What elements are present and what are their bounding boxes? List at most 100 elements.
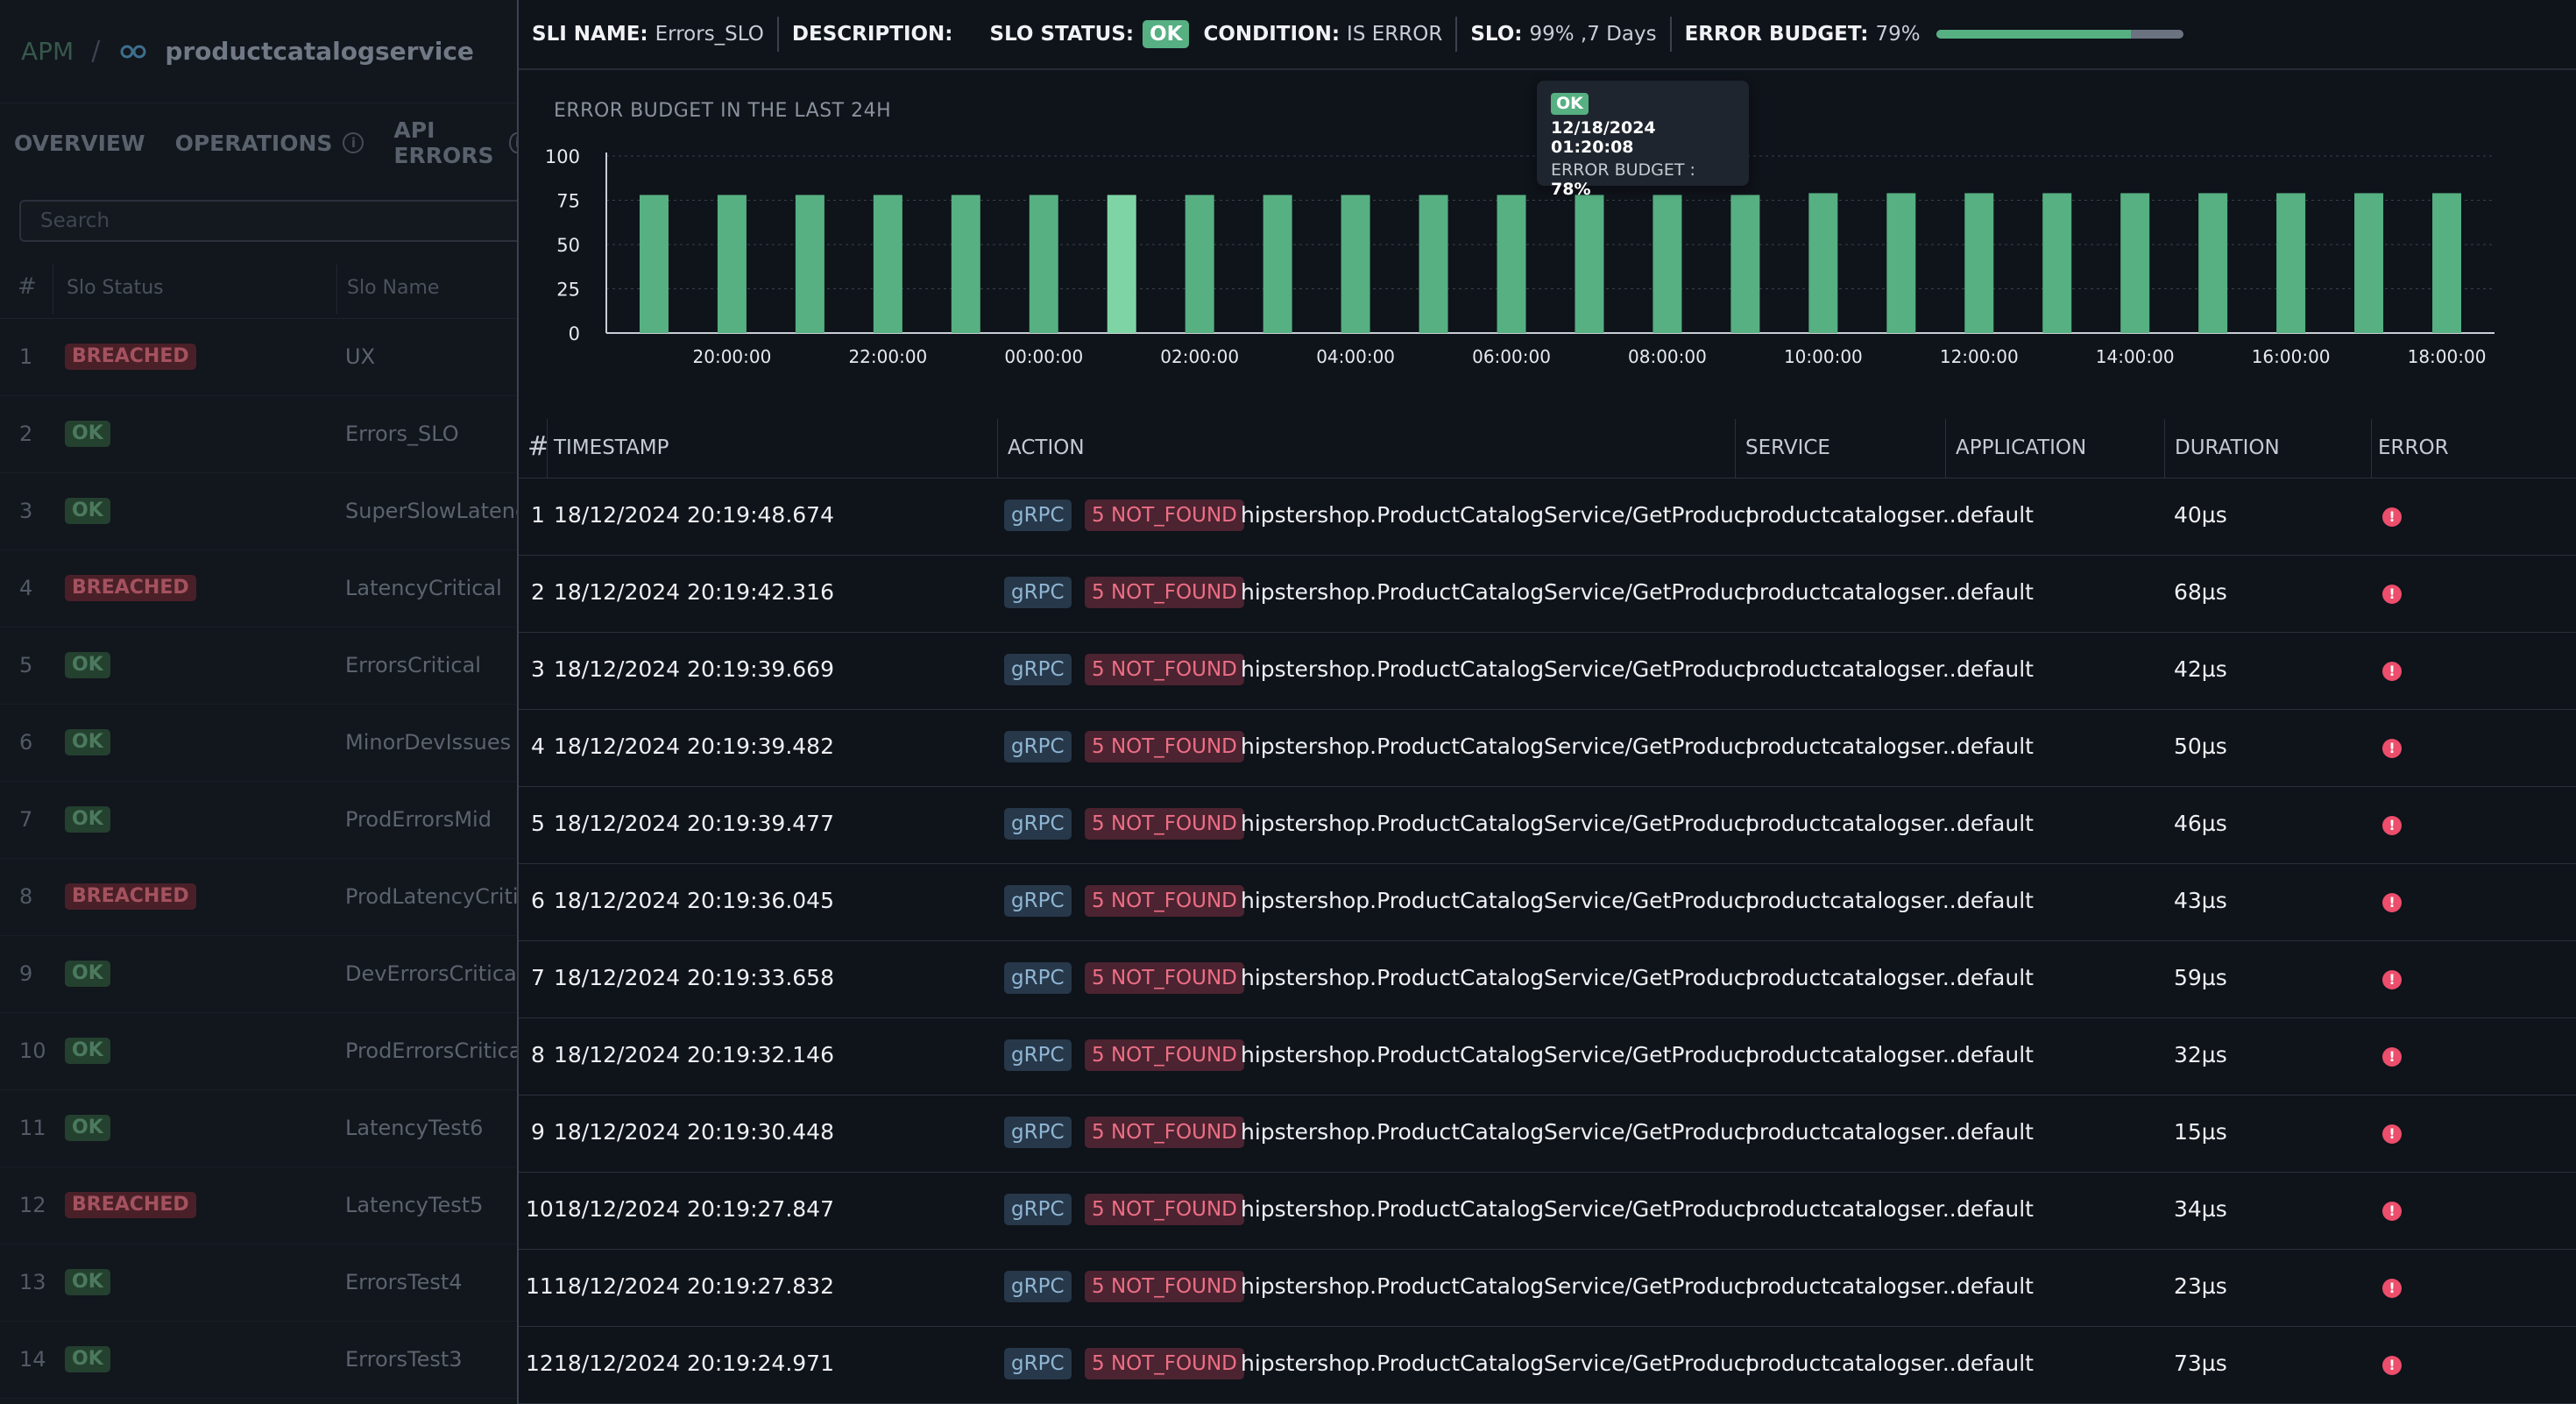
row-duration: 15µs: [2174, 1119, 2227, 1145]
row-timestamp: 18/12/2024 20:19:33.658: [554, 965, 834, 990]
tooltip-label: ERROR BUDGET :: [1551, 160, 1695, 180]
status-code-badge: 5 NOT_FOUND: [1085, 1117, 1244, 1148]
column-divider: [1735, 419, 1736, 479]
slo-list-row[interactable]: 7 OK ProdErrorsMid: [0, 782, 517, 859]
table-row[interactable]: 5 18/12/2024 20:19:39.477 gRPC 5 NOT_FOUND h…: [519, 787, 2576, 864]
slo-status-badge: OK: [65, 1346, 110, 1372]
slo-list-row[interactable]: 5 OK ErrorsCritical: [0, 628, 517, 705]
row-timestamp: 18/12/2024 20:19:48.674: [554, 502, 834, 528]
column-service[interactable]: SERVICE: [1745, 436, 1830, 459]
chart-bar: [1497, 195, 1526, 333]
slo-name: SuperSlowLatency: [345, 499, 517, 523]
protocol-badge: gRPC: [1004, 500, 1072, 531]
column-application[interactable]: APPLICATION: [1956, 436, 2086, 459]
error-circle-icon: !: [2382, 1047, 2402, 1067]
status-code-badge: 5 NOT_FOUND: [1085, 1039, 1244, 1071]
table-row[interactable]: 3 18/12/2024 20:19:39.669 gRPC 5 NOT_FOUND h…: [519, 633, 2576, 710]
tooltip-status-badge: OK: [1551, 93, 1589, 115]
row-timestamp: 18/12/2024 20:19:36.045: [554, 888, 834, 913]
slo-list-row[interactable]: 1 BREACHED UX: [0, 319, 517, 396]
row-number: 11: [19, 1116, 46, 1140]
slo-list-panel: APM / productcatalogservice OVERVIEW OPE…: [0, 0, 517, 1404]
table-row[interactable]: 9 18/12/2024 20:19:30.448 gRPC 5 NOT_FOUND h…: [519, 1096, 2576, 1173]
row-number: 1: [19, 344, 33, 369]
table-row[interactable]: 4 18/12/2024 20:19:39.482 gRPC 5 NOT_FOUND h…: [519, 710, 2576, 787]
tab-api-errors[interactable]: API ERRORS i: [393, 117, 517, 168]
column-action[interactable]: ACTION: [1008, 436, 1085, 459]
protocol-badge: gRPC: [1004, 1194, 1072, 1225]
info-icon[interactable]: i: [343, 132, 364, 153]
table-row[interactable]: 11 18/12/2024 20:19:27.832 gRPC 5 NOT_FOUND…: [519, 1250, 2576, 1327]
row-number: 8: [531, 1042, 545, 1067]
row-application: default: [1957, 1042, 2034, 1067]
chart-bar: [1808, 193, 1838, 333]
chart-bar: [951, 195, 980, 333]
slo-list-row[interactable]: 8 BREACHED ProdLatencyCritical: [0, 859, 517, 936]
slo-list-row[interactable]: 9 OK DevErrorsCritical: [0, 936, 517, 1013]
row-duration: 42µs: [2174, 656, 2227, 682]
chart-bar: [2042, 193, 2072, 333]
slo-list-row[interactable]: 3 OK SuperSlowLatency: [0, 473, 517, 550]
tab-operations-label: OPERATIONS: [174, 130, 333, 156]
row-number: 6: [531, 888, 545, 913]
slo-list-row[interactable]: 11 OK LatencyTest6: [0, 1090, 517, 1167]
chart-bar: [2276, 193, 2306, 333]
column-number: #: [18, 273, 37, 300]
table-row[interactable]: 2 18/12/2024 20:19:42.316 gRPC 5 NOT_FOUND h…: [519, 556, 2576, 633]
y-tick-label: 75: [556, 191, 580, 212]
slo-label: SLO:: [1470, 23, 1523, 46]
error-budget-label: ERROR BUDGET:: [1684, 23, 1869, 46]
x-tick-label: 12:00:00: [1940, 346, 2019, 367]
column-slo-status[interactable]: Slo Status: [67, 277, 164, 299]
table-row[interactable]: 1 18/12/2024 20:19:48.674 gRPC 5 NOT_FOUND h…: [519, 479, 2576, 556]
column-slo-name[interactable]: Slo Name: [347, 277, 439, 299]
row-duration: 73µs: [2174, 1351, 2227, 1376]
table-row[interactable]: 8 18/12/2024 20:19:32.146 gRPC 5 NOT_FOUND h…: [519, 1018, 2576, 1096]
info-icon[interactable]: i: [509, 132, 517, 153]
slo-search-input[interactable]: Search: [19, 200, 517, 242]
slo-name: UX: [345, 344, 376, 369]
slo-list-row[interactable]: 4 BREACHED LatencyCritical: [0, 550, 517, 628]
row-duration: 68µs: [2174, 579, 2227, 605]
column-divider: [2371, 419, 2372, 479]
row-application: default: [1957, 1273, 2034, 1299]
column-timestamp[interactable]: TIMESTAMP: [554, 436, 669, 459]
table-row[interactable]: 12 18/12/2024 20:19:24.971 gRPC 5 NOT_FOUND…: [519, 1327, 2576, 1404]
slo-status-badge: OK: [65, 729, 110, 755]
table-header: # TIMESTAMP ACTION SERVICE APPLICATION D…: [519, 419, 2576, 479]
x-tick-label: 02:00:00: [1160, 346, 1239, 367]
row-number: 2: [531, 579, 545, 605]
row-action: hipstershop.ProductCatalogService/GetPro…: [1241, 1119, 1755, 1145]
tab-operations[interactable]: OPERATIONS i: [175, 131, 364, 156]
table-row[interactable]: 7 18/12/2024 20:19:33.658 gRPC 5 NOT_FOUND h…: [519, 941, 2576, 1018]
slo-list-row[interactable]: 6 OK MinorDevIssues: [0, 705, 517, 782]
slo-name: ProdErrorsCritical: [345, 1039, 517, 1063]
column-error[interactable]: ERROR: [2378, 436, 2449, 459]
table-row[interactable]: 6 18/12/2024 20:19:36.045 gRPC 5 NOT_FOUND h…: [519, 864, 2576, 941]
row-number: 14: [19, 1347, 46, 1372]
column-duration[interactable]: DURATION: [2175, 436, 2280, 459]
row-timestamp: 18/12/2024 20:19:39.669: [554, 656, 834, 682]
status-code-badge: 5 NOT_FOUND: [1085, 1348, 1244, 1379]
row-number: 13: [19, 1270, 46, 1294]
table-row[interactable]: 10 18/12/2024 20:19:27.847 gRPC 5 NOT_FOUND…: [519, 1173, 2576, 1250]
chart-bar: [873, 195, 902, 333]
row-number: 12: [19, 1193, 46, 1217]
tab-overview[interactable]: OVERVIEW: [14, 131, 145, 156]
breadcrumb-apm-link[interactable]: APM: [21, 37, 74, 66]
slo-list-row[interactable]: 2 OK Errors_SLO: [0, 396, 517, 473]
row-service: productcatalogser...: [1745, 1273, 1964, 1299]
breadcrumb-service[interactable]: productcatalogservice: [165, 37, 474, 66]
slo-status-label: SLO STATUS:: [989, 23, 1135, 46]
error-budget-value: 79%: [1875, 23, 1921, 46]
chart-bar: [1964, 193, 1994, 333]
chart-bar: [1652, 195, 1682, 333]
slo-name: ProdErrorsMid: [345, 807, 492, 832]
slo-list-row[interactable]: 10 OK ProdErrorsCritical: [0, 1013, 517, 1090]
slo-name: LatencyTest6: [345, 1116, 484, 1140]
breadcrumb: APM / productcatalogservice: [0, 0, 517, 103]
y-tick-label: 0: [569, 323, 580, 344]
slo-list-row[interactable]: 14 OK ErrorsTest3: [0, 1322, 517, 1399]
slo-list-row[interactable]: 13 OK ErrorsTest4: [0, 1244, 517, 1322]
slo-list-row[interactable]: 12 BREACHED LatencyTest5: [0, 1167, 517, 1244]
